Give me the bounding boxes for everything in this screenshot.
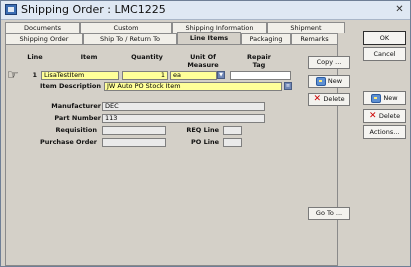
delete-x-icon: ✕	[313, 93, 322, 104]
column-header-repair: Repair	[247, 53, 271, 61]
app-window-icon	[5, 4, 17, 15]
part-number-label: Part Number	[54, 114, 101, 122]
ok-button[interactable]: OK	[363, 31, 406, 45]
manufacturer-label: Manufacturer	[51, 102, 101, 110]
list-picker-icon[interactable]: ≡	[284, 82, 292, 90]
cancel-button[interactable]: Cancel	[363, 47, 406, 61]
column-header-measure: Measure	[187, 61, 219, 69]
requisition-label: Requisition	[55, 126, 97, 134]
column-header-quantity: Quantity	[131, 53, 163, 61]
delete-label: Delete	[378, 112, 401, 120]
part-number-field: 113	[102, 114, 265, 123]
requisition-field	[102, 126, 166, 135]
tab-strip: Documents Custom Shipping Information Sh…	[5, 22, 345, 44]
manufacturer-field: DEC	[102, 102, 265, 111]
item-description-field[interactable]: JW Auto PO Stock Item	[104, 82, 282, 91]
pointing-hand-icon: ☞	[7, 68, 19, 83]
unit-of-measure-select[interactable]: ea	[170, 71, 217, 80]
copy-button[interactable]: Copy ...	[308, 56, 350, 69]
po-line-field	[223, 138, 242, 147]
tab-documents[interactable]: Documents	[5, 22, 80, 33]
delete-line-label: Delete	[323, 95, 345, 103]
title-bar: Shipping Order : LMC1225 ✕	[1, 1, 410, 20]
req-line-label: REQ Line	[186, 126, 219, 134]
actions-button[interactable]: Actions...	[363, 125, 406, 139]
purchase-order-label: Purchase Order	[39, 138, 97, 146]
close-icon[interactable]: ✕	[393, 4, 406, 16]
tab-remarks[interactable]: Remarks	[291, 33, 338, 44]
tab-custom[interactable]: Custom	[80, 22, 172, 33]
column-header-line: Line	[27, 53, 43, 61]
tab-packaging[interactable]: Packaging	[241, 33, 291, 44]
req-line-field	[223, 126, 242, 135]
line-number: 1	[32, 71, 37, 79]
tab-ship-to-return-to[interactable]: Ship To / Return To	[83, 33, 177, 44]
goto-button[interactable]: Go To ...	[308, 207, 350, 220]
delete-button[interactable]: ✕ Delete	[363, 109, 406, 123]
column-header-tag: Tag	[252, 61, 266, 69]
delete-line-button[interactable]: ✕ Delete	[308, 93, 350, 106]
repair-tag-field[interactable]	[230, 71, 291, 80]
new-record-icon	[315, 76, 326, 86]
item-field[interactable]: LisaTestItem	[41, 71, 119, 80]
new-button[interactable]: New	[363, 91, 406, 105]
new-line-button[interactable]: New	[308, 75, 350, 88]
column-header-unit-of: Unit Of	[190, 53, 216, 61]
column-header-item: Item	[80, 53, 98, 61]
chevron-down-icon[interactable]: ▼	[217, 71, 225, 79]
tab-line-items[interactable]: Line Items	[177, 32, 241, 44]
quantity-field[interactable]: 1	[122, 71, 168, 80]
window-title: Shipping Order : LMC1225	[21, 3, 166, 16]
po-line-label: PO Line	[191, 138, 219, 146]
new-line-label: New	[327, 77, 343, 85]
delete-x-icon: ✕	[369, 110, 377, 121]
new-label: New	[383, 94, 398, 102]
shipping-order-window: Shipping Order : LMC1225 ✕ Documents Cus…	[0, 0, 411, 267]
item-description-label: Item Description	[39, 82, 101, 90]
tab-shipment[interactable]: Shipment	[267, 22, 345, 33]
purchase-order-field	[102, 138, 166, 147]
new-record-icon	[371, 93, 382, 103]
tab-shipping-order[interactable]: Shipping Order	[5, 33, 83, 44]
